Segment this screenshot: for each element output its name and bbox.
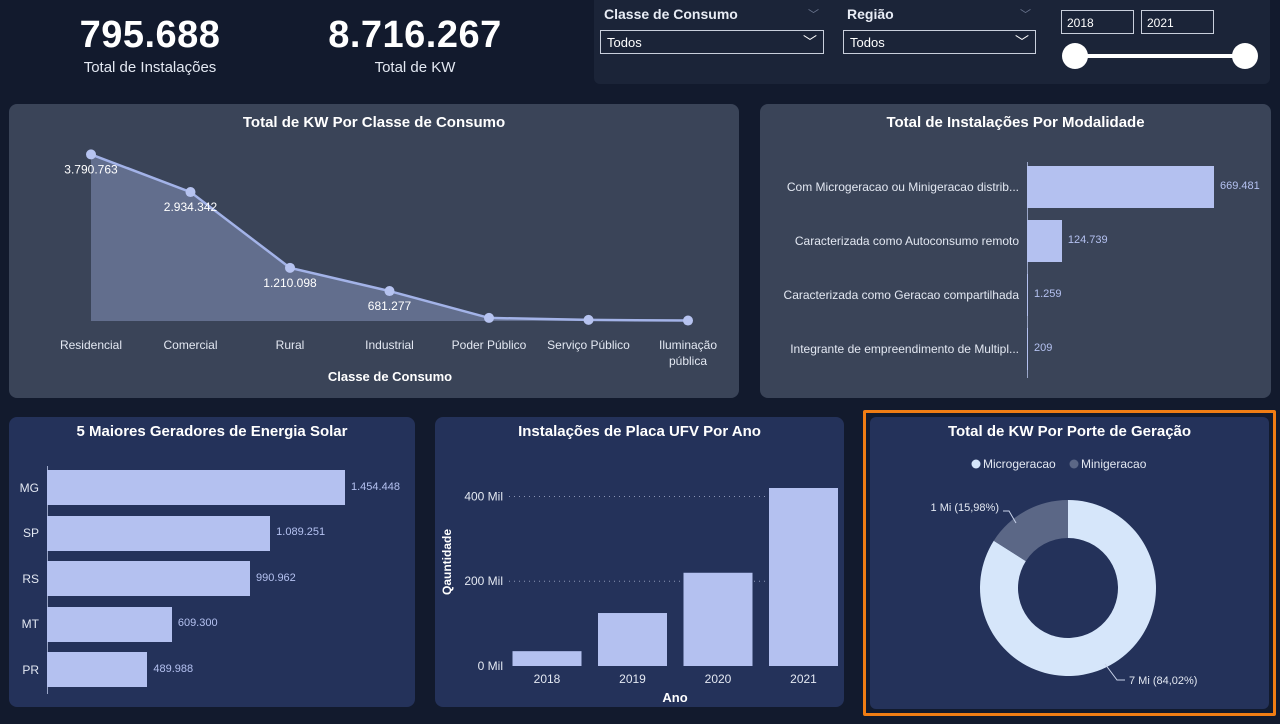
data-label: 3.790.763 — [64, 162, 118, 176]
category-label: MG — [19, 480, 39, 495]
classe-consumo-select[interactable]: Todos ﹀ — [600, 30, 824, 54]
data-label: 1 Mi (15,98%) — [931, 502, 999, 514]
x-tick-label: Comercial — [163, 338, 217, 352]
kpi-total-instalacoes: 795.688 Total de Instalações — [60, 14, 240, 76]
kpi-total-kw: 8.716.267 Total de KW — [320, 14, 510, 76]
bar — [1027, 220, 1062, 262]
year-slider-handle-end[interactable] — [1232, 43, 1258, 69]
x-axis-label: Classe de Consumo — [328, 369, 452, 384]
bar — [1027, 274, 1028, 316]
legend-marker — [1069, 459, 1079, 469]
x-tick-label: 2020 — [705, 672, 732, 686]
bar — [512, 651, 582, 666]
bar — [598, 613, 667, 666]
x-tick-label: Iluminação — [659, 338, 717, 352]
x-tick-label: Industrial — [365, 338, 414, 352]
filter-title-regiao: Região — [847, 6, 894, 22]
year-slider-track[interactable] — [1074, 54, 1246, 58]
select-value: Todos — [607, 35, 642, 50]
data-label: 1.454.448 — [351, 480, 400, 493]
category-label: MT — [21, 617, 39, 631]
x-tick-label: Rural — [276, 338, 305, 352]
chevron-down-icon: ﹀ — [1015, 34, 1029, 50]
category-label: Com Microgeracao ou Minigeracao distrib.… — [786, 180, 1019, 194]
category-label: Caracterizada como Geracao compartilhada — [783, 288, 1019, 302]
category-label: Integrante de empreendimento de Multipl.… — [790, 342, 1019, 356]
bar — [47, 561, 251, 596]
card-title: Total de Instalações Por Modalidade — [886, 114, 1145, 131]
card-kw-porte-geracao[interactable]: Total de KW Por Porte de Geração Microge… — [863, 410, 1276, 716]
card-kw-por-classe: Total de KW Por Classe de Consumo 3.790.… — [9, 104, 739, 398]
regiao-select[interactable]: Todos ﹀ — [843, 30, 1036, 54]
x-tick-label: Residencial — [60, 338, 122, 352]
category-label: RS — [22, 571, 39, 586]
data-label: 489.988 — [153, 662, 194, 675]
category-label: Caracterizada como Autoconsumo remoto — [794, 234, 1019, 248]
year-slider-handle-start[interactable] — [1062, 43, 1088, 69]
kpi-value: 795.688 — [79, 14, 221, 56]
data-point — [285, 262, 295, 273]
card-instalacoes-modalidade: Total de Instalações Por Modalidade Com … — [760, 104, 1271, 398]
bar — [47, 606, 172, 642]
data-label: 7 Mi (84,02%) — [1129, 675, 1197, 687]
bar — [47, 652, 148, 687]
y-axis-label: Qauntidade — [440, 529, 454, 595]
bar — [683, 572, 753, 666]
donut-chart: Microgeracao Minigeracao 7 Mi (84,02%) 1 Mi… — [931, 457, 1198, 687]
x-tick-label: 2021 — [790, 672, 817, 686]
bar — [769, 488, 838, 666]
area-chart: 3.790.763 Residencial 2.934.342 Comercial 1.… — [60, 149, 717, 384]
data-point — [683, 315, 693, 326]
x-tick-label: 2018 — [534, 672, 561, 686]
kpi-label: Total de KW — [374, 59, 456, 76]
ufv-bar-chart: 0 Mil 200 Mil 400 Mil 2018 2019 2020 2021 Ano Qa… — [440, 488, 839, 705]
legend-label: Microgeracao — [983, 457, 1056, 471]
chevron-down-icon[interactable]: ﹀ — [808, 6, 819, 22]
bar — [1027, 328, 1028, 370]
category-label: SP — [22, 526, 39, 540]
data-point — [86, 149, 96, 160]
category-label: PR — [22, 662, 39, 677]
year-start-input[interactable]: 2018 — [1061, 10, 1134, 34]
data-label: 990.962 — [256, 571, 296, 584]
filter-title-classe: Classe de Consumo — [604, 6, 738, 22]
data-label: 1.089.251 — [276, 526, 326, 538]
card-ufv-por-ano: Instalações de Placa UFV Por Ano 0 Mil 20… — [435, 417, 844, 707]
select-value: Todos — [850, 35, 885, 50]
legend-label: Minigeracao — [1081, 457, 1147, 471]
x-tick-label: 2019 — [619, 672, 646, 686]
y-tick-label: 200 Mil — [464, 574, 503, 588]
chevron-down-icon[interactable]: ﹀ — [1020, 6, 1031, 22]
card-title: 5 Maiores Geradores de Energia Solar — [76, 423, 348, 440]
data-label: 669.481 — [1220, 180, 1260, 192]
data-label: 609.300 — [177, 617, 218, 629]
bar — [1027, 166, 1214, 208]
data-label: 1.259 — [1034, 288, 1062, 300]
y-tick-label: 0 Mil — [478, 659, 503, 673]
data-label: 1.210.098 — [263, 276, 317, 290]
data-point — [484, 312, 494, 323]
data-point — [384, 286, 395, 297]
year-end-input[interactable]: 2021 — [1141, 10, 1214, 34]
data-label: 124.739 — [1067, 234, 1108, 246]
card-maiores-geradores: 5 Maiores Geradores de Energia Solar MG 1… — [9, 417, 415, 707]
x-tick-label: pública — [669, 354, 707, 368]
data-label: 209 — [1034, 342, 1053, 354]
kpi-value: 8.716.267 — [328, 14, 502, 56]
data-label: 681.277 — [368, 299, 412, 313]
kpi-label: Total de Instalações — [83, 59, 217, 76]
x-tick-label: Serviço Público — [547, 338, 630, 352]
data-point — [583, 314, 594, 325]
chevron-down-icon: ﹀ — [803, 34, 817, 50]
y-tick-label: 400 Mil — [464, 489, 503, 503]
data-label: 2.934.342 — [164, 200, 218, 214]
bar — [47, 515, 271, 551]
data-point — [185, 187, 196, 198]
legend-marker — [971, 459, 981, 469]
bar — [47, 470, 345, 505]
leader-line — [1104, 663, 1125, 681]
x-tick-label: Poder Público — [452, 338, 527, 352]
x-axis-label: Ano — [662, 690, 687, 705]
